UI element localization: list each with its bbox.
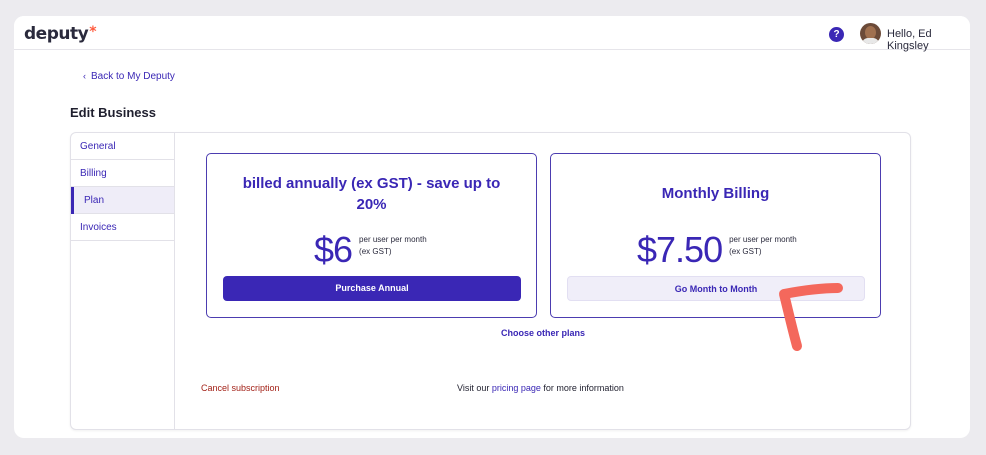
help-icon[interactable]: ? (829, 27, 844, 42)
screenshot-frame: deputy* ? Hello, Ed Kingsley ‹ Back to My… (0, 0, 986, 455)
business-card: General Billing Plan Invoices billed ann… (70, 132, 911, 430)
monthly-price-tax: (ex GST) (729, 247, 762, 256)
annual-plan-title: billed annually (ex GST) - save up to 20… (242, 175, 501, 213)
sidebar-item-general[interactable]: General (71, 133, 174, 160)
app-window: deputy* ? Hello, Ed Kingsley ‹ Back to My… (14, 16, 970, 438)
cancel-subscription-link[interactable]: Cancel subscription (201, 383, 280, 393)
pricing-info-prefix: Visit our (457, 383, 492, 393)
chevron-left-icon: ‹ (83, 71, 86, 81)
sidebar-item-plan[interactable]: Plan (71, 187, 174, 214)
user-greeting[interactable]: Hello, Ed Kingsley (887, 28, 970, 52)
logo-star-icon: * (89, 24, 97, 40)
pricing-info-text: Visit our pricing page for more informat… (457, 383, 624, 393)
back-link[interactable]: ‹ Back to My Deputy (83, 71, 175, 82)
back-link-label: Back to My Deputy (91, 71, 175, 82)
pricing-info-suffix: for more information (540, 383, 624, 393)
annual-price-unit: per user per month (359, 235, 427, 244)
annual-price-note: per user per month (ex GST) (359, 234, 449, 258)
logo-text: deputy (24, 24, 89, 44)
sidebar-item-billing[interactable]: Billing (71, 160, 174, 187)
choose-other-plans-link[interactable]: Choose other plans (501, 328, 585, 338)
pricing-page-link[interactable]: pricing page (492, 383, 541, 393)
annual-price-row: $6 per user per month (ex GST) (314, 231, 449, 269)
monthly-price: $7.50 (637, 229, 723, 270)
settings-sidebar: General Billing Plan Invoices (71, 133, 175, 429)
annual-price: $6 (314, 229, 353, 270)
page-title: Edit Business (70, 105, 156, 120)
annual-price-tax: (ex GST) (359, 247, 392, 256)
sidebar-item-invoices[interactable]: Invoices (71, 214, 174, 241)
annual-plan-card: billed annually (ex GST) - save up to 20… (206, 153, 537, 318)
avatar-shirt (862, 38, 879, 44)
go-month-to-month-button[interactable]: Go Month to Month (567, 276, 865, 301)
monthly-price-note: per user per month (ex GST) (729, 234, 819, 258)
deputy-logo[interactable]: deputy* (24, 24, 97, 44)
top-bar: deputy* ? Hello, Ed Kingsley (14, 16, 970, 52)
monthly-price-row: $7.50 per user per month (ex GST) (637, 231, 819, 269)
monthly-plan-card: Monthly Billing $7.50 per user per month (… (550, 153, 881, 318)
monthly-price-unit: per user per month (729, 235, 797, 244)
purchase-annual-button[interactable]: Purchase Annual (223, 276, 521, 301)
monthly-plan-title: Monthly Billing (661, 185, 770, 202)
avatar[interactable] (860, 23, 881, 44)
